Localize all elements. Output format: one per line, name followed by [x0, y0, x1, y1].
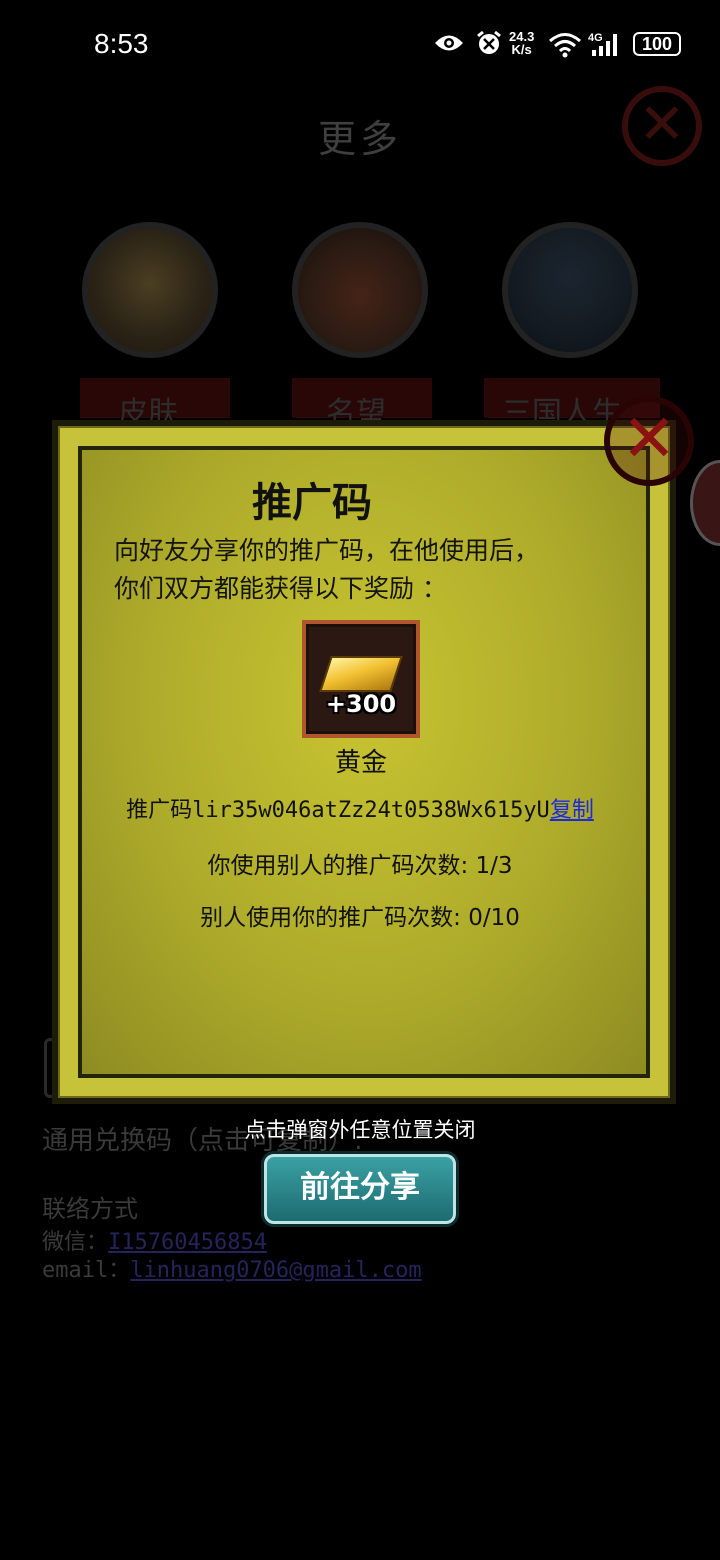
side-button[interactable] — [690, 460, 720, 546]
menu-skin-image[interactable] — [82, 222, 218, 358]
used-others-count: 你使用别人的推广码次数: 1/3 — [207, 853, 513, 879]
promo-code-line: 推广码lir35w046atZz24t0538Wx615yU复制 — [0, 792, 720, 824]
reward-name: 黄金 — [334, 748, 387, 778]
network-speed: 24.3 K/s — [509, 30, 534, 56]
page-title: 更多 — [317, 117, 402, 161]
used-mine-count: 别人使用你的推广码次数: 0/10 — [200, 905, 520, 931]
promo-code-value: lir35w046atZz24t0538Wx615yU — [192, 798, 550, 823]
battery-indicator: 100 — [633, 32, 681, 56]
contact-heading: 联络方式 — [42, 1195, 138, 1223]
copy-link[interactable]: 复制 — [550, 798, 594, 823]
close-icon: ✕ — [638, 92, 686, 157]
email-line: email：linhuang0706@gmail.com — [42, 1252, 422, 1284]
dialog-description: 向好友分享你的推广码，在他使用后， 你们双方都能获得以下奖励 ： — [114, 532, 594, 608]
reward-amount: +300 — [325, 690, 397, 718]
share-button[interactable]: 前往分享 — [264, 1154, 456, 1224]
gold-bar-icon — [319, 656, 403, 692]
close-icon: ✕ — [621, 400, 677, 477]
menu-life-image[interactable] — [502, 222, 638, 358]
dismiss-hint: 点击弹窗外任意位置关闭 — [244, 1118, 476, 1142]
email-link[interactable]: linhuang0706@gmail.com — [130, 1258, 421, 1283]
status-time: 8:53 — [94, 28, 149, 59]
eye-icon — [435, 35, 463, 51]
page-close-button[interactable]: ✕ — [622, 86, 702, 166]
dialog-title: 推广码 — [252, 480, 372, 526]
signal-icon: 4G — [588, 30, 624, 58]
alarm-icon — [477, 30, 501, 54]
description-line-1: 向好友分享你的推广码，在他使用后， — [114, 536, 540, 565]
net-speed-unit: K/s — [511, 42, 532, 57]
email-label: email： — [42, 1258, 131, 1283]
wifi-icon — [549, 33, 581, 58]
dialog-close-button[interactable]: ✕ — [604, 396, 694, 486]
network-type: 4G — [588, 32, 603, 44]
description-line-2: 你们双方都能获得以下奖励 ： — [114, 574, 447, 603]
promo-code-label: 推广码 — [126, 798, 193, 823]
menu-fame-image[interactable] — [292, 222, 428, 358]
share-button-label: 前往分享 — [300, 1170, 420, 1205]
